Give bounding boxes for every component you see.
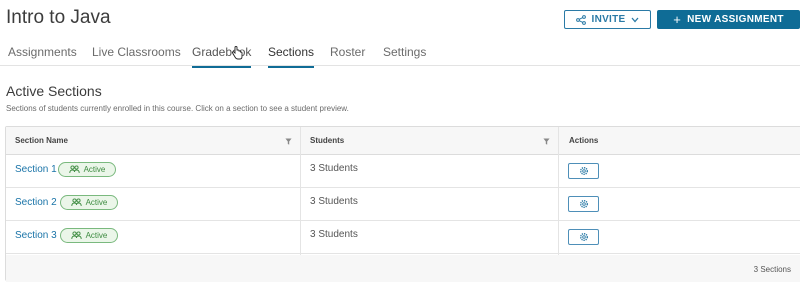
status-badge: Active	[60, 195, 118, 210]
section-settings-button[interactable]	[568, 196, 599, 212]
group-icon	[70, 198, 82, 207]
group-icon	[70, 231, 82, 240]
gear-icon	[579, 200, 588, 208]
invite-label: INVITE	[591, 14, 626, 25]
tab-assignments[interactable]: Assignments	[8, 45, 77, 66]
status-label: Active	[85, 231, 108, 240]
gear-icon	[579, 233, 588, 241]
plus-icon: +	[673, 12, 682, 27]
new-assignment-label: NEW ASSIGNMENT	[687, 14, 784, 25]
section-link[interactable]: Section 1	[15, 164, 57, 175]
tab-live-classrooms[interactable]: Live Classrooms	[92, 45, 181, 66]
tab-roster[interactable]: Roster	[330, 45, 365, 66]
new-assignment-button[interactable]: + NEW ASSIGNMENT	[657, 10, 800, 29]
sections-table: Section Name Students Actions Section 1 …	[5, 126, 800, 282]
section-link[interactable]: Section 3	[15, 230, 57, 241]
status-badge: Active	[58, 162, 116, 177]
hand-cursor-icon	[231, 46, 243, 60]
status-badge: Active	[60, 228, 118, 243]
student-count: 3 Students	[310, 163, 358, 174]
student-count: 3 Students	[310, 196, 358, 207]
column-header-section-name[interactable]: Section Name	[15, 136, 68, 145]
status-label: Active	[83, 165, 106, 174]
status-label: Active	[85, 198, 108, 207]
section-settings-button[interactable]	[568, 163, 599, 179]
filter-icon[interactable]	[285, 138, 292, 145]
tab-settings[interactable]: Settings	[383, 45, 426, 66]
student-count: 3 Students	[310, 229, 358, 240]
table-header: Section Name Students Actions	[6, 127, 800, 155]
table-row[interactable]: Section 3 Active 3 Students	[6, 221, 800, 254]
filter-icon[interactable]	[543, 138, 550, 145]
section-count: 3 Sections	[753, 265, 791, 274]
group-icon	[68, 165, 80, 174]
course-tabs: Assignments Live Classrooms Gradebook Se…	[0, 36, 800, 68]
active-sections-description: Sections of students currently enrolled …	[6, 104, 349, 113]
active-sections-heading: Active Sections	[6, 83, 102, 99]
invite-button[interactable]: INVITE	[564, 10, 651, 29]
course-title: Intro to Java	[6, 7, 111, 28]
table-footer: 3 Sections	[6, 255, 800, 282]
table-row[interactable]: Section 2 Active 3 Students	[6, 188, 800, 221]
chevron-down-icon	[631, 17, 639, 22]
tab-sections[interactable]: Sections	[268, 45, 315, 68]
column-header-students[interactable]: Students	[310, 136, 344, 145]
page-header: Intro to Java INVITE + NEW ASSIGNMENT	[0, 0, 800, 38]
section-link[interactable]: Section 2	[15, 197, 57, 208]
table-row[interactable]: Section 1 Active 3 Students	[6, 155, 800, 188]
column-header-actions: Actions	[569, 136, 599, 145]
section-settings-button[interactable]	[568, 229, 599, 245]
share-icon	[576, 14, 587, 25]
gear-icon	[579, 167, 588, 175]
